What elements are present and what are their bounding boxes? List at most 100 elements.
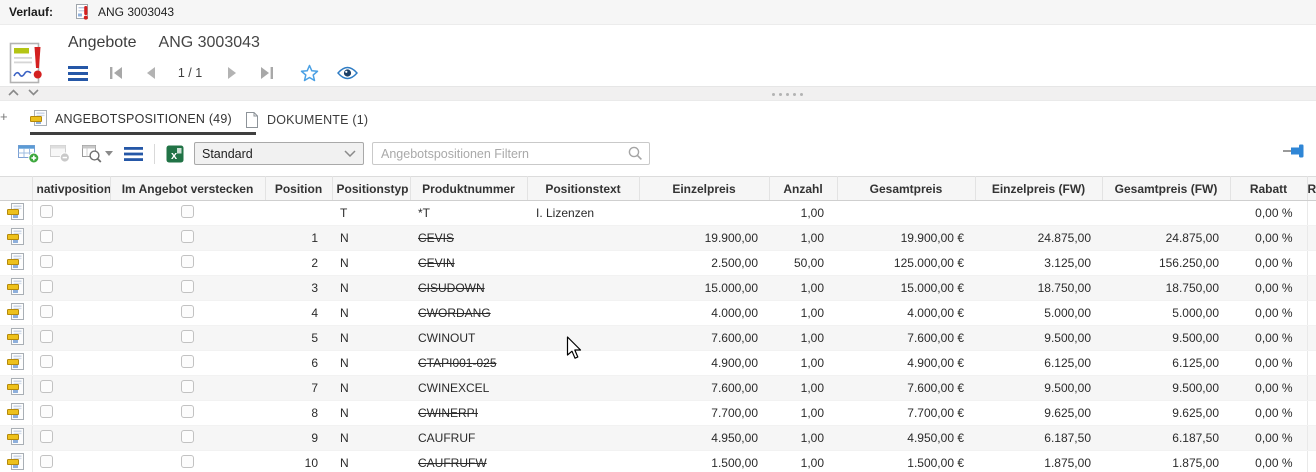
table-row[interactable]: 4NCWORDANG4.000,001,004.000,00 €5.000,00… bbox=[0, 301, 1316, 326]
cell-rowicon[interactable] bbox=[0, 426, 32, 451]
alternativposition-checkbox[interactable] bbox=[40, 430, 53, 443]
im-angebot-verstecken-checkbox[interactable] bbox=[181, 255, 194, 268]
document-tab-icon bbox=[245, 112, 259, 128]
im-angebot-verstecken-checkbox[interactable] bbox=[181, 205, 194, 218]
position-row-icon bbox=[7, 428, 24, 447]
table-row[interactable]: 6NCTAPI001-0254.900,001,004.900,00 €6.12… bbox=[0, 351, 1316, 376]
watch-button[interactable] bbox=[336, 63, 358, 83]
cell-rabatt: 0,00 % bbox=[1230, 401, 1307, 426]
table-row[interactable]: 2NCEVIN2.500,0050,00125.000,00 €3.125,00… bbox=[0, 251, 1316, 276]
column-header-position[interactable]: Position bbox=[265, 177, 332, 201]
cell-einzelpreis_fw: 6.125,00 bbox=[975, 351, 1102, 376]
im-angebot-verstecken-checkbox[interactable] bbox=[181, 305, 194, 318]
alternativposition-checkbox[interactable] bbox=[40, 405, 53, 418]
filter-input[interactable] bbox=[372, 142, 650, 165]
column-header-next-clipped[interactable]: R bbox=[1307, 177, 1316, 201]
table-row[interactable]: T*TI. Lizenzen1,000,00 % bbox=[0, 201, 1316, 226]
im-angebot-verstecken-checkbox[interactable] bbox=[181, 430, 194, 443]
cell-rowicon[interactable] bbox=[0, 401, 32, 426]
first-record-button[interactable] bbox=[108, 65, 124, 81]
cell-anzahl: 50,00 bbox=[769, 251, 837, 276]
table-row[interactable]: 1NCEVIS19.900,001,0019.900,00 €24.875,00… bbox=[0, 226, 1316, 251]
cell-produkt: CTAPI001-025 bbox=[410, 351, 527, 376]
cell-rowicon[interactable] bbox=[0, 351, 32, 376]
cell-rowicon[interactable] bbox=[0, 201, 32, 226]
remove-position-button[interactable] bbox=[48, 141, 72, 167]
cell-next bbox=[1307, 426, 1316, 451]
im-angebot-verstecken-checkbox[interactable] bbox=[181, 330, 194, 343]
column-header-rabatt[interactable]: Rabatt bbox=[1230, 177, 1307, 201]
alternativposition-checkbox[interactable] bbox=[40, 205, 53, 218]
cell-typ: N bbox=[332, 326, 410, 351]
im-angebot-verstecken-checkbox[interactable] bbox=[181, 280, 194, 293]
cell-rowicon[interactable] bbox=[0, 376, 32, 401]
cell-hide bbox=[110, 276, 265, 301]
table-row[interactable]: 5NCWINOUT7.600,001,007.600,00 €9.500,009… bbox=[0, 326, 1316, 351]
cell-rowicon[interactable] bbox=[0, 326, 32, 351]
splitter-handle[interactable] bbox=[772, 93, 803, 96]
column-header-einzelpreis[interactable]: Einzelpreis bbox=[639, 177, 769, 201]
cell-einzelpreis: 19.900,00 bbox=[639, 226, 769, 251]
view-select[interactable]: Standard bbox=[194, 142, 364, 165]
previous-record-button[interactable] bbox=[142, 65, 158, 81]
cell-anzahl: 1,00 bbox=[769, 201, 837, 226]
column-header-positionstyp[interactable]: Positionstyp bbox=[332, 177, 410, 201]
table-row[interactable]: 7NCWINEXCEL7.600,001,007.600,00 €9.500,0… bbox=[0, 376, 1316, 401]
list-menu-button[interactable] bbox=[120, 141, 146, 167]
column-header-anzahl[interactable]: Anzahl bbox=[769, 177, 837, 201]
im-angebot-verstecken-checkbox[interactable] bbox=[181, 455, 194, 468]
cell-einzelpreis_fw: 9.500,00 bbox=[975, 326, 1102, 351]
tab-angebotspositionen[interactable]: ANGEBOTSPOSITIONEN (49) × bbox=[30, 105, 256, 135]
cell-typ: T bbox=[332, 201, 410, 226]
column-header-gesamtpreis[interactable]: Gesamtpreis bbox=[837, 177, 975, 201]
alternativposition-checkbox[interactable] bbox=[40, 380, 53, 393]
cell-rowicon[interactable] bbox=[0, 276, 32, 301]
cell-einzelpreis: 1.500,00 bbox=[639, 451, 769, 472]
column-search-button[interactable] bbox=[80, 141, 114, 167]
cell-rabatt: 0,00 % bbox=[1230, 376, 1307, 401]
pin-panel-button[interactable] bbox=[1283, 144, 1306, 163]
record-menu-button[interactable] bbox=[66, 64, 90, 82]
next-record-button[interactable] bbox=[224, 65, 240, 81]
cell-rowicon[interactable] bbox=[0, 226, 32, 251]
cell-rowicon[interactable] bbox=[0, 251, 32, 276]
add-position-button[interactable] bbox=[16, 141, 42, 167]
alternativposition-checkbox[interactable] bbox=[40, 230, 53, 243]
cell-alt bbox=[32, 451, 110, 472]
cell-next bbox=[1307, 201, 1316, 226]
table-row[interactable]: 3NCISUDOWN15.000,001,0015.000,00 €18.750… bbox=[0, 276, 1316, 301]
splitter-bar[interactable] bbox=[0, 86, 1316, 101]
alternativposition-checkbox[interactable] bbox=[40, 330, 53, 343]
column-header-gesamtpreis-fw[interactable]: Gesamtpreis (FW) bbox=[1102, 177, 1230, 201]
alternativposition-checkbox[interactable] bbox=[40, 255, 53, 268]
table-row[interactable]: 10NCAUFRUFW1.500,001,001.500,00 €1.875,0… bbox=[0, 451, 1316, 472]
favorite-button[interactable] bbox=[298, 63, 320, 83]
collapse-down-button[interactable] bbox=[28, 89, 39, 96]
last-record-button[interactable] bbox=[258, 65, 274, 81]
cell-gesamtpreis: 1.500,00 € bbox=[837, 451, 975, 472]
tab-bar: ANGEBOTSPOSITIONEN (49) × DOKUMENTE (1) … bbox=[0, 101, 1316, 135]
alternativposition-checkbox[interactable] bbox=[40, 305, 53, 318]
im-angebot-verstecken-checkbox[interactable] bbox=[181, 230, 194, 243]
table-row[interactable]: 9NCAUFRUF4.950,001,004.950,00 €6.187,506… bbox=[0, 426, 1316, 451]
im-angebot-verstecken-checkbox[interactable] bbox=[181, 405, 194, 418]
im-angebot-verstecken-checkbox[interactable] bbox=[181, 380, 194, 393]
export-excel-button[interactable]: x bbox=[163, 141, 187, 167]
column-header-positionstext[interactable]: Positionstext bbox=[527, 177, 639, 201]
collapse-up-button[interactable] bbox=[8, 89, 19, 96]
cell-rowicon[interactable] bbox=[0, 301, 32, 326]
im-angebot-verstecken-checkbox[interactable] bbox=[181, 355, 194, 368]
cell-rowicon[interactable] bbox=[0, 451, 32, 472]
alternativposition-checkbox[interactable] bbox=[40, 280, 53, 293]
cell-produkt: CWINERPI bbox=[410, 401, 527, 426]
table-row[interactable]: 8NCWINERPI7.700,001,007.700,00 €9.625,00… bbox=[0, 401, 1316, 426]
column-header-einzelpreis-fw[interactable]: Einzelpreis (FW) bbox=[975, 177, 1102, 201]
column-header-im-angebot-verstecken[interactable]: Im Angebot verstecken bbox=[110, 177, 265, 201]
pin-icon bbox=[1283, 144, 1306, 158]
alternativposition-checkbox[interactable] bbox=[40, 455, 53, 468]
tab-dokumente[interactable]: DOKUMENTE (1) bbox=[245, 105, 368, 135]
column-header-produktnummer[interactable]: Produktnummer bbox=[410, 177, 527, 201]
history-item-link[interactable]: ANG 3003043 bbox=[98, 5, 174, 19]
column-header-alternativposition[interactable]: nativposition bbox=[32, 177, 110, 201]
alternativposition-checkbox[interactable] bbox=[40, 355, 53, 368]
